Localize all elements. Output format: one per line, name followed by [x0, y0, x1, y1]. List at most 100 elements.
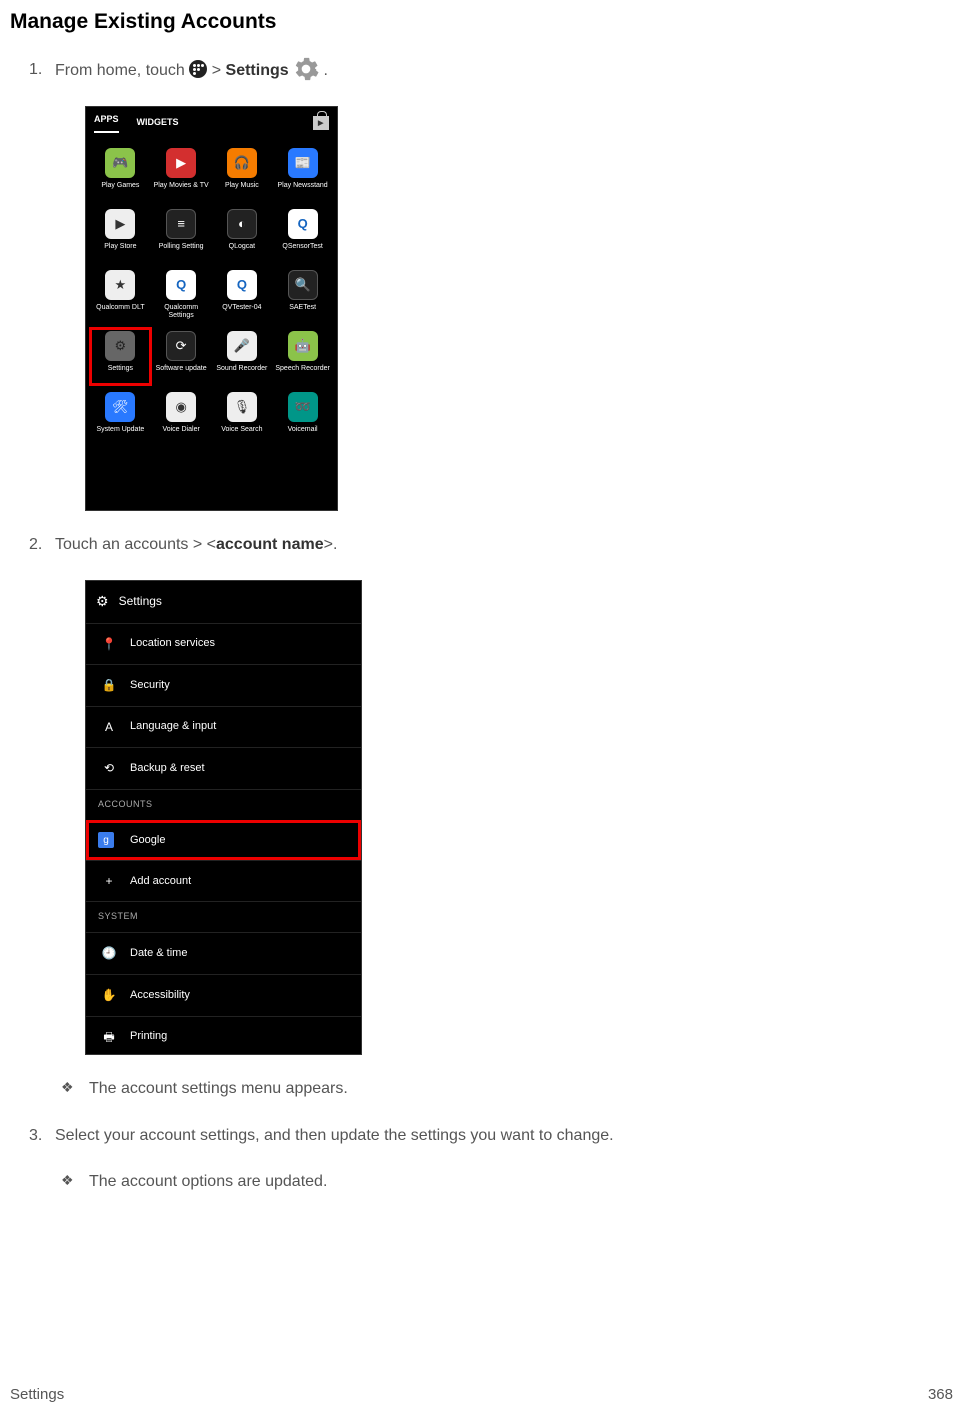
row-label: Backup & reset: [130, 760, 205, 777]
app-label: Settings: [108, 365, 133, 382]
app-label: Qualcomm Settings: [153, 304, 210, 321]
app-label: System Update: [96, 426, 144, 443]
app-icon: 🔍: [288, 270, 318, 300]
gear-header-icon: ⚙: [96, 591, 109, 613]
settings-row-google[interactable]: g Google: [86, 820, 361, 860]
app-label: QLogcat: [229, 243, 255, 260]
app-label: Play Newsstand: [278, 182, 328, 199]
settings-row-backup-reset[interactable]: ⟲Backup & reset: [86, 747, 361, 789]
app-label: Voicemail: [288, 426, 318, 443]
app-play-games[interactable]: 🎮 Play Games: [90, 145, 151, 202]
app-icon: 🎮: [105, 148, 135, 178]
step-1: From home, touch > Settings . APPS WIDGE…: [55, 58, 953, 511]
step-2-post: >.: [324, 536, 338, 553]
settings-row-security[interactable]: 🔒 Security: [86, 664, 361, 706]
footer-section: Settings: [10, 1386, 64, 1403]
settings-row-date-time[interactable]: 🕘 Date & time: [86, 932, 361, 974]
app-icon: ▶: [105, 209, 135, 239]
step-1-text-pre: From home, touch: [55, 62, 189, 79]
row-icon: 🕘: [98, 944, 120, 963]
app-voice-search[interactable]: 🎙Voice Search: [212, 389, 273, 446]
settings-row-accessibility[interactable]: ✋Accessibility: [86, 974, 361, 1016]
app-label: Sound Recorder: [216, 365, 267, 382]
app-play-music[interactable]: 🎧Play Music: [212, 145, 273, 202]
settings-section: SYSTEM: [86, 901, 361, 932]
step-1-bold: Settings: [226, 62, 289, 79]
step-2-bold: account name: [216, 536, 324, 553]
page-footer: Settings 368: [10, 1386, 953, 1403]
settings-row-add-account[interactable]: +Add account: [86, 860, 361, 902]
app-icon: Q: [166, 270, 196, 300]
app-label: SAETest: [289, 304, 316, 321]
row-label: Add account: [130, 873, 191, 890]
apps-tabbar: APPS WIDGETS: [86, 107, 337, 139]
page-number: 368: [928, 1386, 953, 1403]
settings-gear-icon: [293, 56, 319, 82]
settings-row-printing[interactable]: 🖶Printing: [86, 1016, 361, 1058]
row-label: Date & time: [130, 945, 187, 962]
app-label: QSensorTest: [282, 243, 322, 260]
app-voicemail[interactable]: ➿Voicemail: [272, 389, 333, 446]
app-icon: 🎤: [227, 331, 257, 361]
row-icon: A: [98, 718, 120, 737]
app-label: Play Games: [101, 182, 139, 199]
step-3-text: Select your account settings, and then u…: [55, 1127, 614, 1144]
app-play-newsstand[interactable]: 📰Play Newsstand: [272, 145, 333, 202]
app-sound-recorder[interactable]: 🎤 Sound Recorder: [212, 328, 273, 385]
settings-row-language-input[interactable]: A Language & input: [86, 706, 361, 748]
step-1-post: .: [319, 62, 328, 79]
app-settings[interactable]: ⚙ Settings: [90, 328, 151, 385]
app-voice-dialer[interactable]: ◉Voice Dialer: [151, 389, 212, 446]
row-label: Google: [130, 832, 165, 849]
row-icon: 📍: [98, 635, 120, 654]
settings-header: ⚙ Settings: [86, 581, 361, 623]
app-label: Software update: [156, 365, 207, 382]
row-icon: ✋: [98, 986, 120, 1005]
settings-screenshot: ⚙ Settings 📍 Location services 🔒 Security AL…: [85, 580, 362, 1055]
tab-widgets[interactable]: WIDGETS: [137, 116, 179, 130]
settings-row-location-services[interactable]: 📍 Location services: [86, 623, 361, 665]
apps-screenshot: APPS WIDGETS 🎮 Play Games ▶ Play Movies & T…: [85, 106, 338, 511]
app-icon: 🛠: [105, 392, 135, 422]
step-3: Select your account settings, and then u…: [55, 1124, 953, 1196]
app-icon: ≡: [166, 209, 196, 239]
row-label: Language & input: [130, 718, 216, 735]
app-qvtester-04[interactable]: QQVTester-04: [212, 267, 273, 324]
app-qsensortest[interactable]: Q QSensorTest: [272, 206, 333, 263]
row-label: Printing: [130, 1028, 167, 1045]
app-label: Play Movies & TV: [154, 182, 209, 199]
settings-section: ACCOUNTS: [86, 789, 361, 820]
app-qlogcat[interactable]: ◐ QLogcat: [212, 206, 273, 263]
app-icon: Q: [227, 270, 257, 300]
app-software-update[interactable]: ⟳ Software update: [151, 328, 212, 385]
app-label: Play Store: [104, 243, 136, 260]
app-system-update[interactable]: 🛠 System Update: [90, 389, 151, 446]
app-icon: ▶: [166, 148, 196, 178]
app-speech-recorder[interactable]: 🤖 Speech Recorder: [272, 328, 333, 385]
app-play-store[interactable]: ▶ Play Store: [90, 206, 151, 263]
tab-apps[interactable]: APPS: [94, 113, 119, 133]
app-icon: Q: [288, 209, 318, 239]
play-store-bag-icon[interactable]: [313, 116, 329, 130]
app-qualcomm-settings[interactable]: Q Qualcomm Settings: [151, 267, 212, 324]
step-2-pre: Touch an accounts > <: [55, 536, 216, 553]
app-icon: ⚙: [105, 331, 135, 361]
apps-circle-icon: [189, 60, 207, 78]
step-1-mid: >: [207, 62, 225, 79]
row-label: Security: [130, 677, 170, 694]
page-title: Manage Existing Accounts: [10, 10, 953, 34]
app-saetest[interactable]: 🔍 SAETest: [272, 267, 333, 324]
step-2: Touch an accounts > <account name>. ⚙ Se…: [55, 533, 953, 1102]
app-label: Speech Recorder: [275, 365, 329, 382]
app-polling-setting[interactable]: ≡Polling Setting: [151, 206, 212, 263]
app-label: Voice Search: [221, 426, 262, 443]
app-icon: ⟳: [166, 331, 196, 361]
app-icon: 🤖: [288, 331, 318, 361]
row-icon: 🔒: [98, 676, 120, 695]
settings-header-label: Settings: [119, 592, 162, 611]
row-label: Location services: [130, 635, 215, 652]
app-play-movies-tv[interactable]: ▶ Play Movies & TV: [151, 145, 212, 202]
app-qualcomm-dlt[interactable]: ★Qualcomm DLT: [90, 267, 151, 324]
app-icon: ◐: [227, 209, 257, 239]
row-icon: g: [98, 832, 120, 848]
